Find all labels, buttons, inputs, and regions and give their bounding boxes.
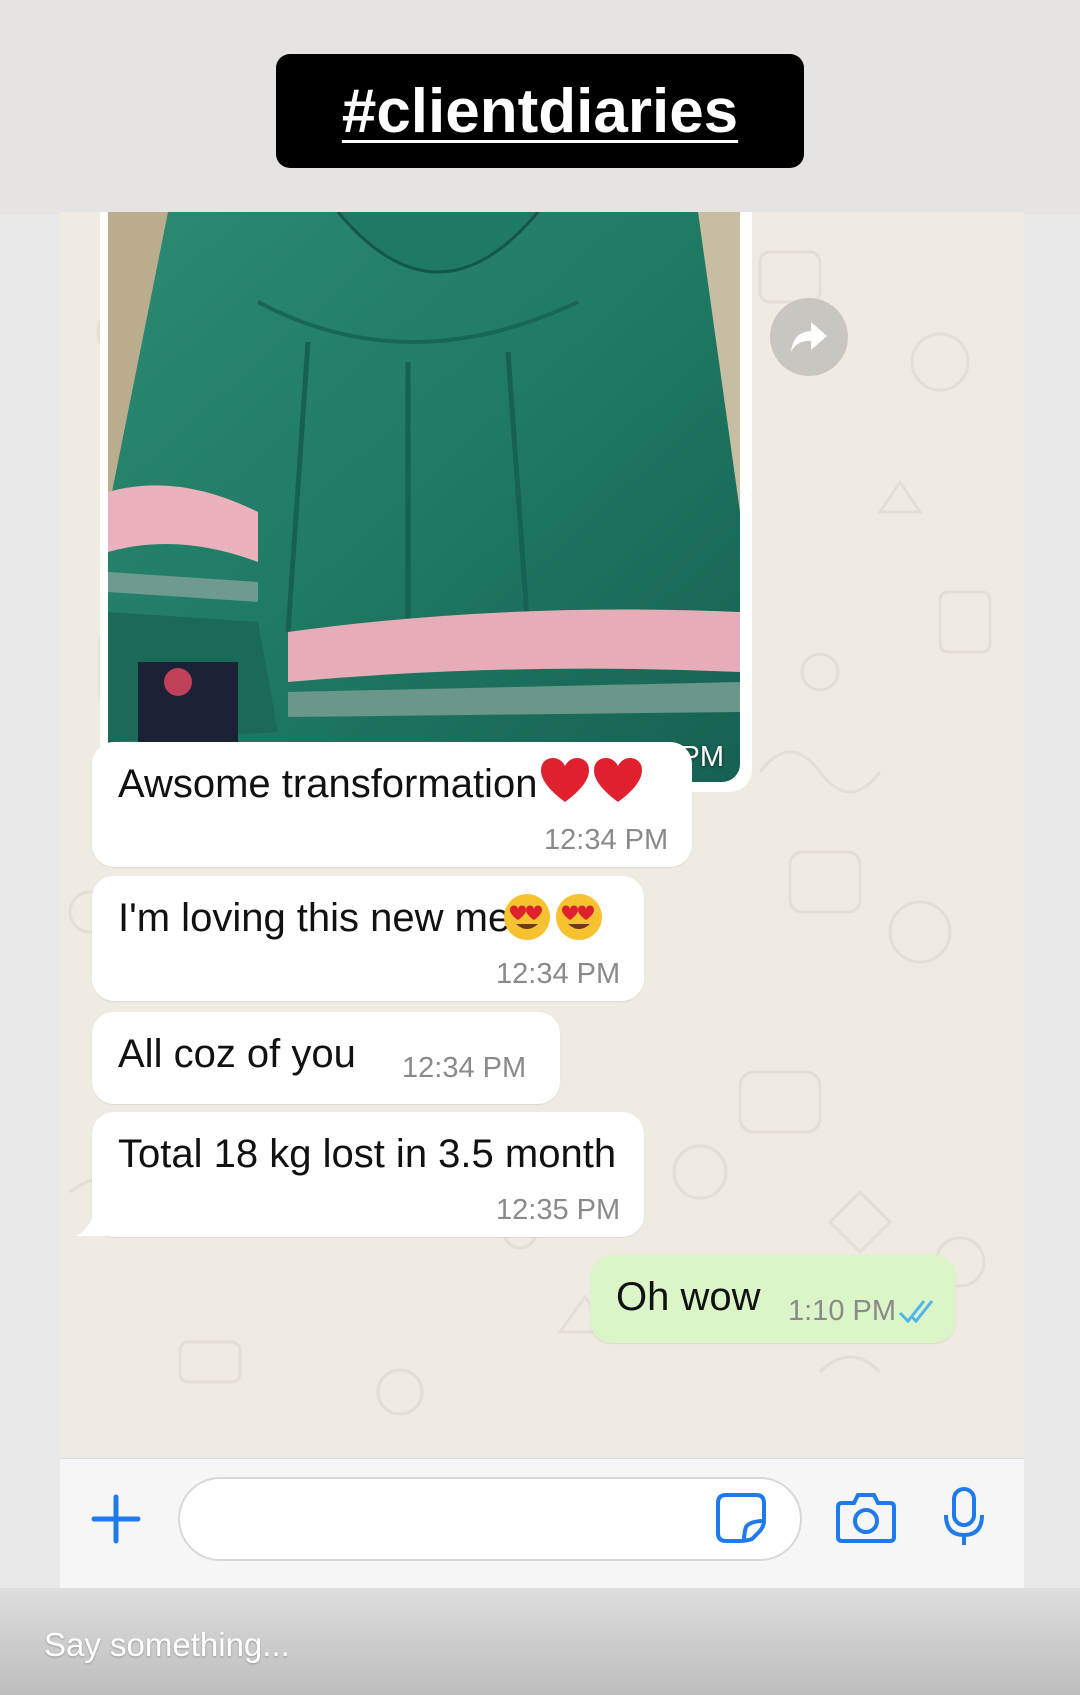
forward-button[interactable] xyxy=(770,298,848,376)
message-text: Total 18 kg lost in 3.5 month xyxy=(118,1132,617,1176)
red-heart-icon xyxy=(539,756,591,811)
sticker-icon xyxy=(716,1493,766,1543)
microphone-button[interactable] xyxy=(940,1485,988,1549)
message-text: All coz of you xyxy=(118,1032,356,1076)
dress-photo[interactable] xyxy=(108,212,740,782)
photo-message[interactable]: 12:33 PM xyxy=(100,212,752,792)
message-timestamp: 12:34 PM xyxy=(544,824,669,856)
microphone-icon xyxy=(944,1487,984,1545)
hashtag-text: #clientdiaries xyxy=(341,76,739,146)
story-reply-input[interactable]: Say something... xyxy=(44,1626,290,1664)
message-timestamp: 12:34 PM xyxy=(496,958,621,990)
chat-area: 12:33 PM Awsome transformation 12:34 PM … xyxy=(60,212,1024,1457)
message-text: I'm loving this new me xyxy=(118,896,511,940)
message-text: Oh wow xyxy=(616,1275,761,1319)
red-heart-icon xyxy=(592,756,644,811)
message-input-bar xyxy=(60,1458,1024,1589)
message-input[interactable] xyxy=(178,1477,802,1561)
message-bubble[interactable]: All coz of you 12:34 PM xyxy=(92,1012,560,1104)
message-bubble[interactable]: Total 18 kg lost in 3.5 month 12:35 PM xyxy=(92,1112,644,1237)
message-bubble-outgoing[interactable]: Oh wow 1:10 PM xyxy=(590,1255,956,1343)
camera-button[interactable] xyxy=(836,1491,896,1543)
hashtag-sticker: #clientdiaries xyxy=(276,54,804,168)
sticker-button[interactable] xyxy=(714,1491,768,1545)
attach-button[interactable] xyxy=(88,1491,144,1547)
heart-eyes-icon xyxy=(554,892,604,947)
camera-icon xyxy=(836,1493,896,1543)
message-bubble[interactable]: I'm loving this new me 12:34 PM xyxy=(92,876,644,1001)
plus-icon xyxy=(91,1494,141,1544)
forward-icon xyxy=(791,322,827,352)
message-timestamp: 1:10 PM xyxy=(788,1295,896,1327)
double-check-read-icon xyxy=(898,1297,938,1330)
message-text: Awsome transformation xyxy=(118,762,538,806)
bubble-tail xyxy=(76,1202,114,1236)
heart-eyes-icon xyxy=(502,892,552,947)
message-timestamp: 12:34 PM xyxy=(402,1052,527,1084)
message-timestamp: 12:35 PM xyxy=(496,1194,621,1226)
message-bubble[interactable]: Awsome transformation 12:34 PM xyxy=(92,742,692,867)
